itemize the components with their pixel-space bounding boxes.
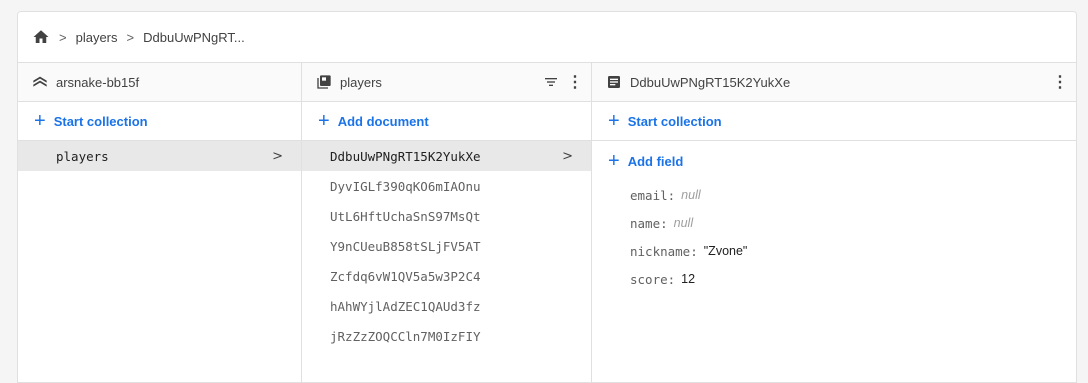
- collection-item-label: players: [56, 148, 109, 164]
- start-collection-button[interactable]: + Start collection: [18, 102, 301, 141]
- add-document-button[interactable]: + Add document: [302, 102, 591, 141]
- add-document-label: Add document: [337, 113, 429, 129]
- document-column: DdbuUwPNgRT15K2YukXe ⋮ + Start collectio…: [592, 63, 1076, 382]
- field-row-nickname[interactable]: nickname: "Zvone": [592, 237, 1076, 265]
- field-row-score[interactable]: score: 12: [592, 265, 1076, 293]
- chevron-right-icon: >: [272, 148, 283, 164]
- document-item[interactable]: Y9nCUeuB858tSLjFV5AT: [302, 231, 591, 261]
- project-column-header: arsnake-bb15f: [18, 63, 301, 102]
- field-row-email[interactable]: email: null: [592, 181, 1076, 209]
- chevron-right-icon: >: [562, 148, 573, 164]
- project-title: arsnake-bb15f: [56, 74, 140, 90]
- document-item[interactable]: DyvIGLf390qKO6mIAOnu: [302, 171, 591, 201]
- document-column-header: DdbuUwPNgRT15K2YukXe ⋮: [592, 63, 1076, 102]
- document-id: Zcfdq6vW1QV5a5w3P2C4: [330, 268, 481, 284]
- document-id: Y9nCUeuB858tSLjFV5AT: [330, 238, 481, 254]
- document-id: jRzZzZOQCCln7M0IzFIY: [330, 328, 481, 344]
- field-key: email: [630, 187, 668, 203]
- firestore-icon: [32, 74, 48, 90]
- firestore-data-panel: > players > DdbuUwPNgRT... arsnake-bb15f…: [17, 11, 1077, 383]
- field-colon: :: [690, 243, 698, 259]
- more-vert-icon[interactable]: ⋮: [1052, 72, 1068, 92]
- document-id: UtL6HftUchaSnS97MsQt: [330, 208, 481, 224]
- field-value: "Zvone": [703, 244, 748, 258]
- start-collection-label: Start collection: [53, 113, 148, 129]
- breadcrumb: > players > DdbuUwPNgRT...: [18, 12, 1076, 63]
- more-vert-icon[interactable]: ⋮: [567, 72, 583, 92]
- project-column: arsnake-bb15f + Start collection players…: [18, 63, 302, 382]
- document-title: DdbuUwPNgRT15K2YukXe: [630, 74, 791, 90]
- document-item[interactable]: UtL6HftUchaSnS97MsQt: [302, 201, 591, 231]
- plus-icon: +: [608, 150, 620, 172]
- document-item[interactable]: jRzZzZOQCCln7M0IzFIY: [302, 321, 591, 351]
- field-key: score: [630, 271, 668, 287]
- document-item[interactable]: DdbuUwPNgRT15K2YukXe >: [302, 141, 591, 171]
- breadcrumb-separator: >: [126, 29, 135, 45]
- field-colon: :: [667, 187, 676, 203]
- document-id: DdbuUwPNgRT15K2YukXe: [330, 148, 481, 164]
- field-colon: :: [660, 215, 668, 231]
- data-columns: arsnake-bb15f + Start collection players…: [18, 63, 1076, 382]
- field-row-name[interactable]: name: null: [592, 209, 1076, 237]
- plus-icon: +: [34, 110, 46, 132]
- add-field-label: Add field: [627, 153, 684, 169]
- field-value: 12: [681, 272, 696, 286]
- breadcrumb-separator: >: [59, 29, 67, 45]
- document-item[interactable]: hAhWYjlAdZEC1QAUd3fz: [302, 291, 591, 321]
- start-subcollection-button[interactable]: + Start collection: [592, 102, 1076, 141]
- plus-icon: +: [318, 110, 330, 132]
- field-value: null: [673, 216, 694, 230]
- field-key: nickname: [630, 243, 691, 259]
- collection-title: players: [340, 74, 382, 90]
- collection-column: players ⋮ + Add document DdbuUwPNgRT15K2…: [302, 63, 592, 382]
- filter-icon[interactable]: [543, 74, 559, 90]
- breadcrumb-item-document[interactable]: DdbuUwPNgRT...: [143, 30, 245, 45]
- document-item[interactable]: Zcfdq6vW1QV5a5w3P2C4: [302, 261, 591, 291]
- collection-icon: [316, 74, 332, 90]
- collection-item-players[interactable]: players >: [18, 141, 301, 171]
- add-field-button[interactable]: + Add field: [592, 141, 1076, 181]
- document-icon: [606, 74, 622, 90]
- collection-column-header: players ⋮: [302, 63, 591, 102]
- home-icon[interactable]: [32, 28, 50, 46]
- document-id: DyvIGLf390qKO6mIAOnu: [330, 178, 481, 194]
- document-id: hAhWYjlAdZEC1QAUd3fz: [330, 298, 481, 314]
- field-value: null: [681, 188, 701, 202]
- field-colon: :: [667, 271, 676, 287]
- start-collection-label: Start collection: [627, 113, 722, 129]
- breadcrumb-item-players[interactable]: players: [76, 30, 118, 45]
- field-key: name: [630, 215, 661, 231]
- plus-icon: +: [608, 110, 620, 132]
